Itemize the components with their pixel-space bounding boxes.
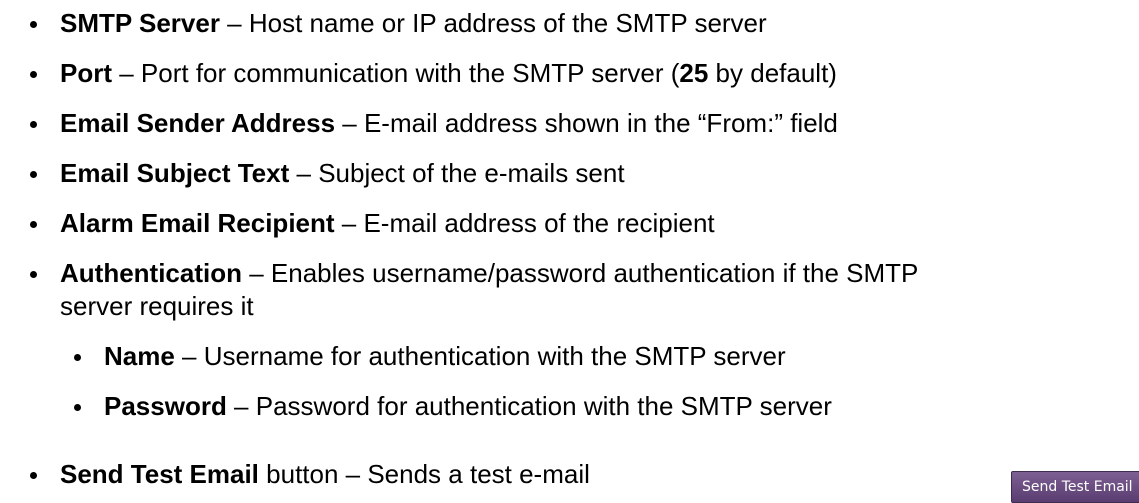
bullet-icon xyxy=(74,354,81,361)
bullet-icon xyxy=(30,121,37,128)
term-email-sender: Email Sender Address xyxy=(60,108,336,138)
bullet-icon xyxy=(30,271,37,278)
bullet-icon xyxy=(30,472,37,479)
desc-authentication-continued: server requires it xyxy=(60,291,254,321)
term-alarm-recipient: Alarm Email Recipient xyxy=(60,208,335,238)
term-smtp-server: SMTP Server xyxy=(60,8,220,38)
document-page: SMTP Server – Host name or IP address of… xyxy=(0,0,1139,503)
desc-authentication: Enables username/password authentication… xyxy=(270,258,919,288)
term-authentication: Authentication xyxy=(60,258,242,288)
term-send-test-email: Send Test Email xyxy=(60,459,259,489)
bullet-icon xyxy=(30,171,37,178)
desc-port: Port for communication with the SMTP ser… xyxy=(140,58,680,88)
term-password: Password xyxy=(104,391,227,421)
desc-send-test-email: button – Sends a test e-mail xyxy=(258,459,590,489)
bullet-icon xyxy=(30,71,37,78)
desc-password: Password for authentication with the SMT… xyxy=(255,391,832,421)
bullet-icon xyxy=(30,21,37,28)
desc-smtp-server: Host name or IP address of the SMTP serv… xyxy=(248,8,767,38)
send-test-email-button[interactable]: Send Test Email xyxy=(1011,471,1139,503)
desc-alarm-recipient: E-mail address of the recipient xyxy=(363,208,715,238)
term-email-subject: Email Subject Text xyxy=(60,158,290,188)
term-port: Port xyxy=(60,58,112,88)
bullet-icon xyxy=(30,221,37,228)
term-name: Name xyxy=(104,341,175,371)
desc-name: Username for authentication with the SMT… xyxy=(203,341,786,371)
bullet-icon xyxy=(74,404,81,411)
desc-email-subject: Subject of the e-mails sent xyxy=(318,158,625,188)
desc-email-sender: E-mail address shown in the “From:” fiel… xyxy=(363,108,838,138)
port-default-value: 25 xyxy=(679,58,709,88)
